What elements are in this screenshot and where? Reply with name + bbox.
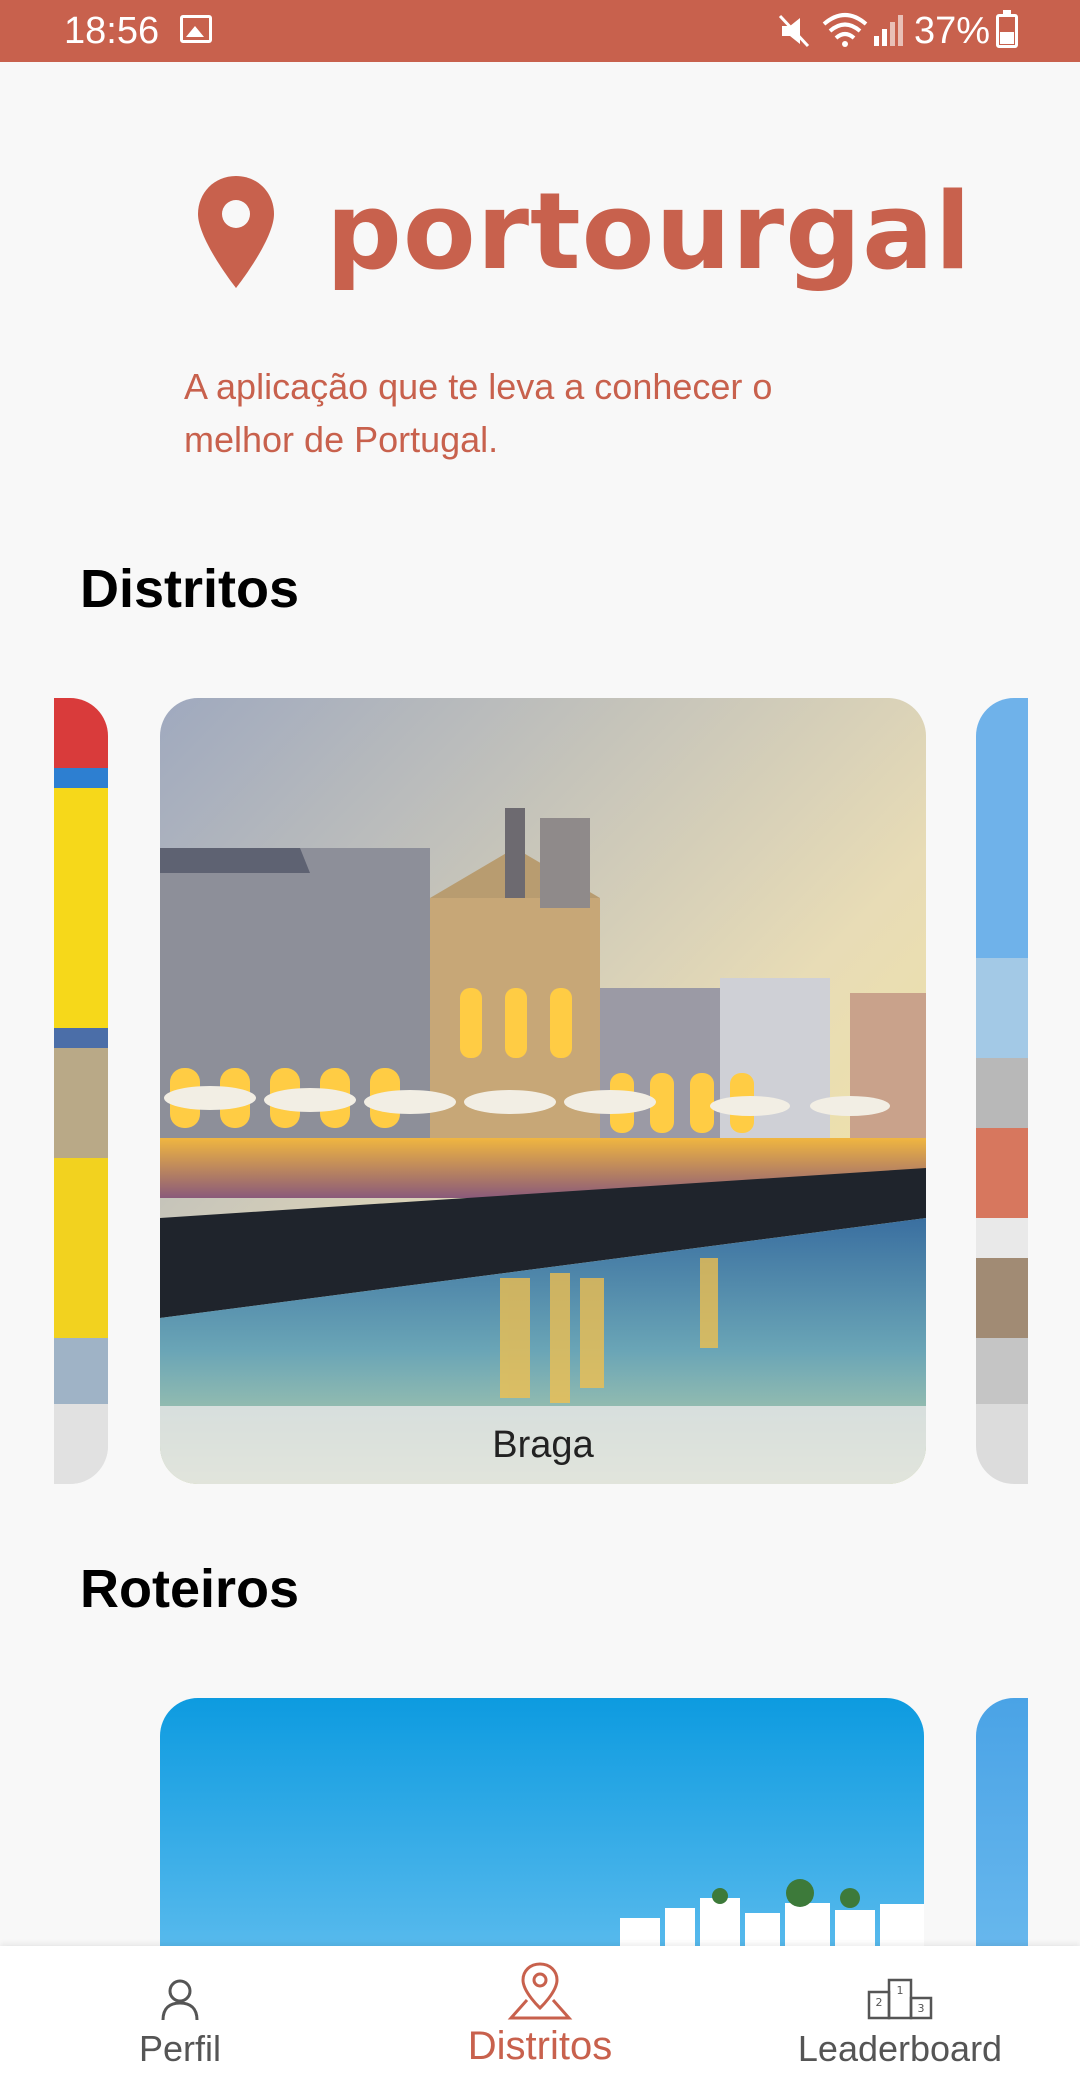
district-image-braga (160, 698, 926, 1484)
bottom-nav: Perfil Distritos 1 2 3 Leaderboard (0, 1946, 1080, 2089)
wifi-icon (822, 13, 868, 47)
battery-charging-icon (996, 10, 1018, 48)
nav-distritos[interactable]: Distritos (420, 1946, 660, 2089)
battery-percent: 37% (914, 10, 991, 52)
mute-icon (778, 14, 810, 48)
status-bar: 18:56 37% (0, 0, 1080, 62)
svg-text:1: 1 (897, 1984, 904, 1997)
district-card-label: Braga (160, 1406, 926, 1484)
nav-leaderboard[interactable]: 1 2 3 Leaderboard (760, 1946, 1040, 2089)
district-card-braga[interactable]: Braga (160, 698, 926, 1484)
gallery-icon (180, 15, 212, 43)
signal-icon (874, 15, 903, 46)
district-card-next[interactable] (976, 698, 1028, 1484)
section-title-roteiros: Roteiros (80, 1559, 300, 1619)
person-icon (161, 1979, 199, 2021)
nav-label: Leaderboard (797, 2028, 1003, 2069)
svg-text:3: 3 (918, 2002, 925, 2015)
nav-perfil[interactable]: Perfil (80, 1946, 280, 2089)
section-title-distritos: Distritos (80, 559, 300, 619)
location-pin-icon (507, 1962, 573, 2020)
svg-text:2: 2 (876, 1996, 883, 2009)
tagline: A aplicação que te leva a conhecer o mel… (184, 366, 773, 460)
nav-label: Distritos (467, 2024, 613, 2068)
location-pin-icon (198, 176, 274, 288)
district-card-previous[interactable] (54, 698, 108, 1484)
card-caption-strip (54, 1406, 108, 1484)
logo-text: portourgal (326, 170, 972, 293)
app-logo: portourgal (196, 170, 971, 300)
status-time: 18:56 (64, 10, 160, 52)
nav-label: Perfil (138, 2028, 222, 2069)
podium-icon: 1 2 3 (867, 1978, 933, 2020)
